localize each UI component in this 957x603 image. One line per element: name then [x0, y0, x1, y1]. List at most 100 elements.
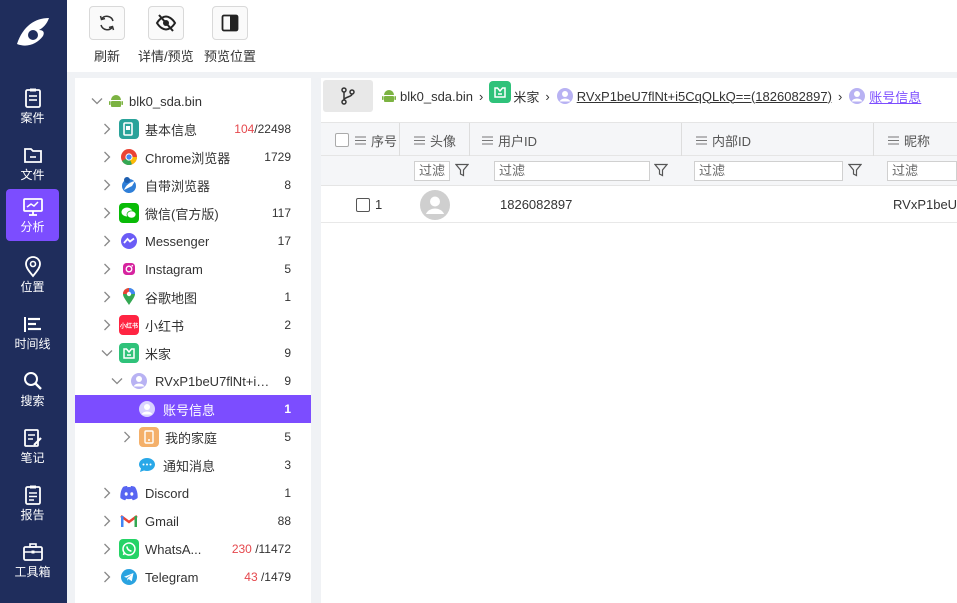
tree-item-discord[interactable]: Discord 1: [75, 479, 311, 507]
tree-item-wechat[interactable]: 微信(官方版) 117: [75, 199, 311, 227]
nav-label: 位置: [20, 280, 45, 294]
chevron-right-icon: [104, 235, 111, 247]
column-header-index[interactable]: 序号: [355, 123, 397, 157]
row-user-id: 1826082897: [500, 197, 573, 212]
monitor-icon: [22, 198, 43, 216]
tree-item-mijia[interactable]: 米家 9: [75, 339, 311, 367]
tree-item-label: 我的家庭: [165, 430, 218, 446]
details-preview-button[interactable]: 详情/预览: [138, 6, 194, 65]
tree-item-label: 基本信息: [145, 122, 198, 138]
breadcrumb-root[interactable]: blk0_sda.bin: [381, 88, 473, 104]
tree-item-google-maps[interactable]: 谷歌地图 1: [75, 283, 311, 311]
chevron-right-icon: [104, 319, 111, 331]
chevron-right-icon: [104, 151, 111, 163]
tree-item-count: 1: [284, 290, 291, 304]
preview-position-button[interactable]: 预览位置: [204, 6, 256, 65]
tree-root[interactable]: blk0_sda.bin: [75, 87, 311, 115]
chevron-right-icon: [104, 291, 111, 303]
tree-item-messenger[interactable]: Messenger 17: [75, 227, 311, 255]
preview-position-label: 预览位置: [204, 49, 257, 64]
nav-report[interactable]: 报告: [6, 477, 59, 529]
gmail-icon: [119, 511, 139, 531]
nav-analysis[interactable]: 分析: [6, 189, 59, 241]
table-row[interactable]: 1 1826082897 RVxP1beU: [321, 186, 957, 223]
column-label: 用户ID: [498, 133, 538, 149]
tree-item-count: 5: [284, 262, 291, 276]
user-id-filter-input[interactable]: 过滤: [494, 161, 650, 181]
tree-item-label: Discord: [145, 485, 190, 501]
nav-label: 工具箱: [14, 565, 51, 579]
tree-item-notifications[interactable]: 通知消息 3: [75, 451, 311, 479]
instagram-icon: [119, 259, 139, 279]
telegram-icon: [119, 567, 139, 587]
app-logo-icon: [17, 18, 49, 46]
breadcrumb-account-info[interactable]: 账号信息: [848, 87, 921, 106]
column-header-nickname[interactable]: 昵称: [873, 123, 930, 157]
column-header-user-id[interactable]: 用户ID: [469, 123, 537, 157]
refresh-button-box[interactable]: [89, 6, 125, 40]
internal-id-filter-input[interactable]: 过滤: [694, 161, 843, 181]
nickname-filter-input[interactable]: 过滤: [887, 161, 957, 181]
android-icon: [382, 90, 396, 102]
chevron-right-icon: [104, 571, 111, 583]
breadcrumb-account[interactable]: RVxP1beU7flNt+i5CqQLkQ==(1826082897): [556, 87, 832, 105]
chevron-right-icon: [104, 207, 111, 219]
nav-label: 笔记: [20, 451, 45, 465]
column-header-avatar[interactable]: 头像: [399, 123, 456, 157]
tree-item-label: 自带浏览器: [145, 178, 211, 194]
nav-search[interactable]: 搜索: [6, 363, 59, 415]
nav-notes[interactable]: 笔记: [6, 420, 59, 472]
nav-files[interactable]: 文件: [6, 137, 59, 189]
select-all-checkbox[interactable]: [335, 123, 349, 157]
tree-item-telegram[interactable]: Telegram 43 /1479: [75, 563, 311, 591]
details-preview-button-box[interactable]: [147, 6, 184, 40]
tree-item-count: 117: [271, 206, 291, 220]
checkbox[interactable]: [335, 133, 349, 147]
tree-item-xiaohongshu[interactable]: 小红书 小红书 2: [75, 311, 311, 339]
nav-location[interactable]: 位置: [6, 249, 59, 301]
nav-toolbox[interactable]: 工具箱: [6, 534, 59, 586]
tree-item-count: 17: [277, 234, 291, 248]
tree-item-label: Chrome浏览器: [145, 150, 231, 166]
row-checkbox-cell[interactable]: 1: [356, 186, 382, 223]
breadcrumb: blk0_sda.bin › 米家 › RVxP1beU7flNt+i5CqQL…: [321, 78, 957, 114]
breadcrumb-mijia[interactable]: 米家: [489, 81, 539, 106]
filter-funnel-icon[interactable]: [848, 163, 862, 177]
folder-icon: [23, 148, 42, 163]
row-checkbox[interactable]: [356, 197, 370, 212]
breadcrumb-separator: ›: [837, 88, 843, 104]
chevron-down-icon: [111, 378, 123, 385]
filter-funnel-icon[interactable]: [455, 163, 469, 177]
tree-item-label: Instagram: [145, 261, 203, 277]
toolbar: 刷新 详情/预览 预览位置: [67, 0, 957, 72]
tree-item-whatsapp[interactable]: WhatsA... 230 /11472: [75, 535, 311, 563]
column-label: 昵称: [904, 133, 931, 149]
refresh-button[interactable]: 刷新: [89, 6, 125, 65]
filter-funnel-icon[interactable]: [654, 163, 668, 177]
tree-item-account-info[interactable]: 账号信息 1: [75, 395, 311, 423]
details-preview-label: 详情/预览: [138, 49, 194, 64]
avatar-filter-input[interactable]: 过滤: [414, 161, 450, 181]
chevron-down-icon: [91, 98, 103, 105]
drag-handle-icon: [696, 136, 707, 144]
location-pin-icon: [24, 256, 41, 278]
google-maps-icon: [119, 287, 139, 307]
chevron-right-icon: [104, 179, 111, 191]
tree-item-count: 9: [284, 374, 291, 388]
branch-button[interactable]: [323, 80, 373, 112]
preview-position-button-box[interactable]: [212, 6, 248, 40]
tree-item-builtin-browser[interactable]: 自带浏览器 8: [75, 171, 311, 199]
tree-item-instagram[interactable]: Instagram 5: [75, 255, 311, 283]
nav-timeline[interactable]: 时间线: [6, 306, 59, 358]
tree-item-label: Gmail: [145, 513, 179, 529]
tree-item-my-home[interactable]: 我的家庭 5: [75, 423, 311, 451]
nav-case[interactable]: 案件: [6, 80, 59, 132]
tree-item-basic-info[interactable]: 基本信息 104/22498: [75, 115, 311, 143]
android-icon: [109, 91, 123, 111]
column-header-internal-id[interactable]: 内部ID: [681, 123, 751, 157]
tree-item-gmail[interactable]: Gmail 88: [75, 507, 311, 535]
column-label: 序号: [371, 133, 398, 149]
mijia-icon: [119, 343, 139, 363]
tree-item-chrome[interactable]: Chrome浏览器 1729: [75, 143, 311, 171]
tree-item-account-node[interactable]: RVxP1beU7flNt+i5... 9: [75, 367, 311, 395]
